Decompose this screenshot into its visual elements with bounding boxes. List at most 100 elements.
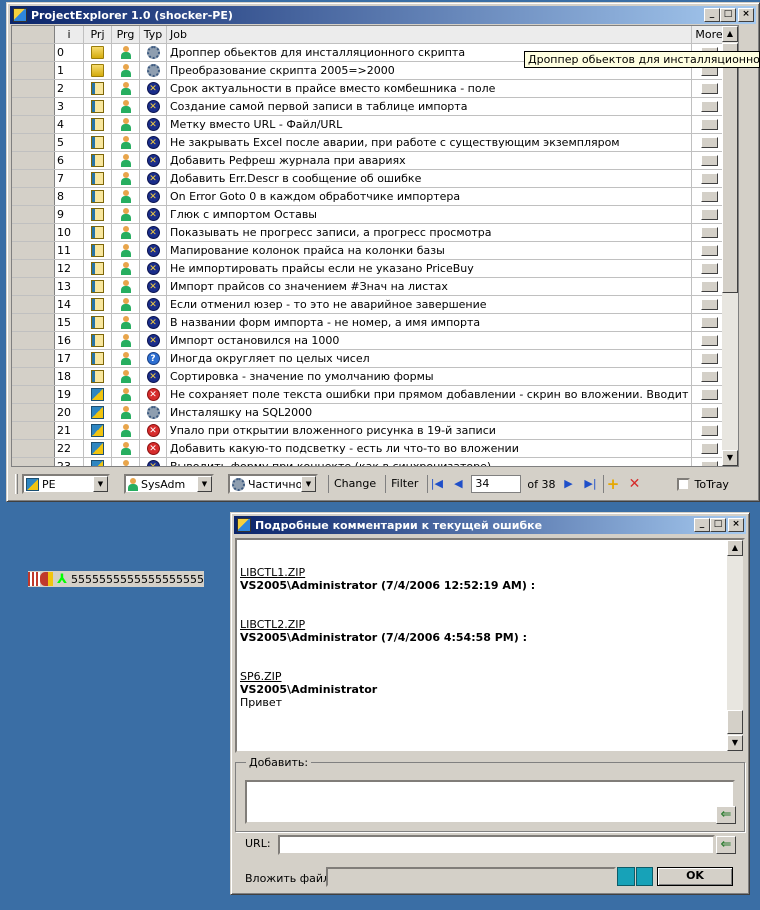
row-selector[interactable]: [12, 332, 55, 349]
table-row[interactable]: 17 ? Иногда округляет по целых чисел: [12, 350, 738, 368]
row-selector[interactable]: [12, 152, 55, 169]
totray-checkbox[interactable]: [677, 477, 691, 491]
table-row[interactable]: 11 ✕ Мапирование колонок прайса на колон…: [12, 242, 738, 260]
row-selector[interactable]: [12, 116, 55, 133]
chevron-down-icon[interactable]: ▼: [197, 476, 212, 492]
row-selector[interactable]: [12, 368, 55, 385]
filter-button[interactable]: Filter: [385, 475, 423, 493]
row-job[interactable]: Мапирование колонок прайса на колонки ба…: [167, 242, 692, 259]
row-job[interactable]: Не закрывать Excel после аварии, при раб…: [167, 134, 692, 151]
table-row[interactable]: 21 ✕ Упало при открытии вложенного рисун…: [12, 422, 738, 440]
attachment-link[interactable]: LIBCTL1.ZIP: [240, 566, 305, 579]
table-row[interactable]: 22 ✕ Добавить какую-то подсветку - есть …: [12, 440, 738, 458]
table-row[interactable]: 20 Инсталяшку на SQL2000: [12, 404, 738, 422]
more-button[interactable]: [700, 83, 718, 94]
prev-record-icon[interactable]: ◀: [449, 475, 467, 493]
row-job[interactable]: Создание самой первой записи в таблице и…: [167, 98, 692, 115]
more-button[interactable]: [700, 389, 718, 400]
browse-file-button[interactable]: [617, 867, 653, 886]
comment-textarea[interactable]: [245, 780, 735, 824]
scroll-thumb[interactable]: [722, 43, 738, 293]
more-button[interactable]: [700, 443, 718, 454]
row-selector[interactable]: [12, 170, 55, 187]
row-selector[interactable]: [12, 422, 55, 439]
more-button[interactable]: [700, 191, 718, 202]
row-selector[interactable]: [12, 404, 55, 421]
row-selector[interactable]: [12, 80, 55, 97]
comments-view[interactable]: LIBCTL1.ZIP VS2005\Administrator (7/4/20…: [235, 538, 745, 753]
table-row[interactable]: 7 ✕ Добавить Err.Descr в сообщение об ош…: [12, 170, 738, 188]
attachment-link[interactable]: SP6.ZIP: [240, 670, 282, 683]
more-button[interactable]: [700, 353, 718, 364]
minimized-window-item[interactable]: ⅄ 5555555555555555555: [28, 571, 204, 587]
more-button[interactable]: [700, 371, 718, 382]
more-button[interactable]: [700, 425, 718, 436]
row-job[interactable]: Срок актуальности в прайсе вместо комбеш…: [167, 80, 692, 97]
first-record-icon[interactable]: |◀: [427, 475, 445, 493]
table-row[interactable]: 18 ✕ Сортировка - значение по умолчанию …: [12, 368, 738, 386]
maximize-button[interactable]: □: [710, 518, 726, 532]
url-input[interactable]: [278, 835, 715, 855]
table-row[interactable]: 23 ✕ Выводить форму при коннекте (как в …: [12, 458, 738, 466]
more-button[interactable]: [700, 461, 718, 466]
more-button[interactable]: [700, 137, 718, 148]
row-selector[interactable]: [12, 458, 55, 466]
close-button[interactable]: ×: [738, 8, 754, 22]
row-job[interactable]: Добавить Рефреш журнала при авариях: [167, 152, 692, 169]
header-typ[interactable]: Typ: [140, 26, 167, 43]
comments-scrollbar[interactable]: ▲ ▼: [727, 540, 743, 751]
attachment-link[interactable]: LIBCTL2.ZIP: [240, 618, 305, 631]
more-button[interactable]: [700, 173, 718, 184]
user-combo[interactable]: SysAdm ▼: [124, 474, 214, 494]
row-job[interactable]: On Error Goto 0 в каждом обработчике имп…: [167, 188, 692, 205]
row-selector[interactable]: [12, 44, 55, 61]
table-row[interactable]: 5 ✕ Не закрывать Excel после аварии, при…: [12, 134, 738, 152]
row-selector[interactable]: [12, 134, 55, 151]
header-prj[interactable]: Prj: [84, 26, 112, 43]
minimize-button[interactable]: _: [704, 8, 720, 22]
row-selector[interactable]: [12, 260, 55, 277]
row-job[interactable]: Сортировка - значение по умолчанию формы: [167, 368, 692, 385]
scroll-up-button[interactable]: ▲: [727, 540, 743, 556]
change-button[interactable]: Change: [328, 475, 381, 493]
last-record-icon[interactable]: ▶|: [581, 475, 599, 493]
row-selector[interactable]: [12, 98, 55, 115]
row-selector[interactable]: [12, 242, 55, 259]
table-row[interactable]: 12 ✕ Не импортировать прайсы если не ука…: [12, 260, 738, 278]
main-title-bar[interactable]: ProjectExplorer 1.0 (shocker-PE) _ □ ×: [10, 6, 756, 24]
row-job[interactable]: Импорт прайсов со значением #Знач на лис…: [167, 278, 692, 295]
row-job[interactable]: В названии форм импорта - не номер, а им…: [167, 314, 692, 331]
table-row[interactable]: 15 ✕ В названии форм импорта - не номер,…: [12, 314, 738, 332]
row-selector[interactable]: [12, 386, 55, 403]
more-button[interactable]: [700, 317, 718, 328]
row-selector[interactable]: [12, 62, 55, 79]
more-button[interactable]: [700, 119, 718, 130]
scroll-up-button[interactable]: ▲: [722, 26, 738, 42]
table-row[interactable]: 13 ✕ Импорт прайсов со значением #Знач н…: [12, 278, 738, 296]
header-job[interactable]: Job: [167, 26, 692, 43]
table-row[interactable]: 19 ✕ Не сохраняет поле текста ошибки при…: [12, 386, 738, 404]
row-job[interactable]: Импорт остановился на 1000: [167, 332, 692, 349]
header-i[interactable]: i: [55, 26, 84, 43]
filter-mode-combo[interactable]: Частично ▼: [228, 474, 318, 494]
add-record-icon[interactable]: +: [603, 475, 621, 493]
row-job[interactable]: Иногда округляет по целых чисел: [167, 350, 692, 367]
row-selector[interactable]: [12, 278, 55, 295]
row-selector-header[interactable]: [12, 26, 55, 43]
more-button[interactable]: [700, 407, 718, 418]
add-url-button[interactable]: ⇐: [716, 836, 736, 854]
table-row[interactable]: 4 ✕ Метку вместо URL - Файл/URL: [12, 116, 738, 134]
row-job[interactable]: Добавить Err.Descr в сообщение об ошибке: [167, 170, 692, 187]
row-selector[interactable]: [12, 350, 55, 367]
add-comment-button[interactable]: ⇐: [716, 806, 736, 824]
scroll-thumb[interactable]: [727, 710, 743, 734]
task-grid[interactable]: i Prj Prg Typ Job More 0 Дроппер обьекто…: [11, 25, 739, 467]
toolbar-grip[interactable]: [15, 474, 18, 494]
row-selector[interactable]: [12, 440, 55, 457]
chevron-down-icon[interactable]: ▼: [301, 476, 316, 492]
row-job[interactable]: Добавить какую-то подсветку - есть ли чт…: [167, 440, 692, 457]
next-record-icon[interactable]: ▶: [559, 475, 577, 493]
more-button[interactable]: [700, 245, 718, 256]
more-button[interactable]: [700, 155, 718, 166]
detail-title-bar[interactable]: Подробные комментарии к текущей ошибке _…: [234, 516, 746, 534]
